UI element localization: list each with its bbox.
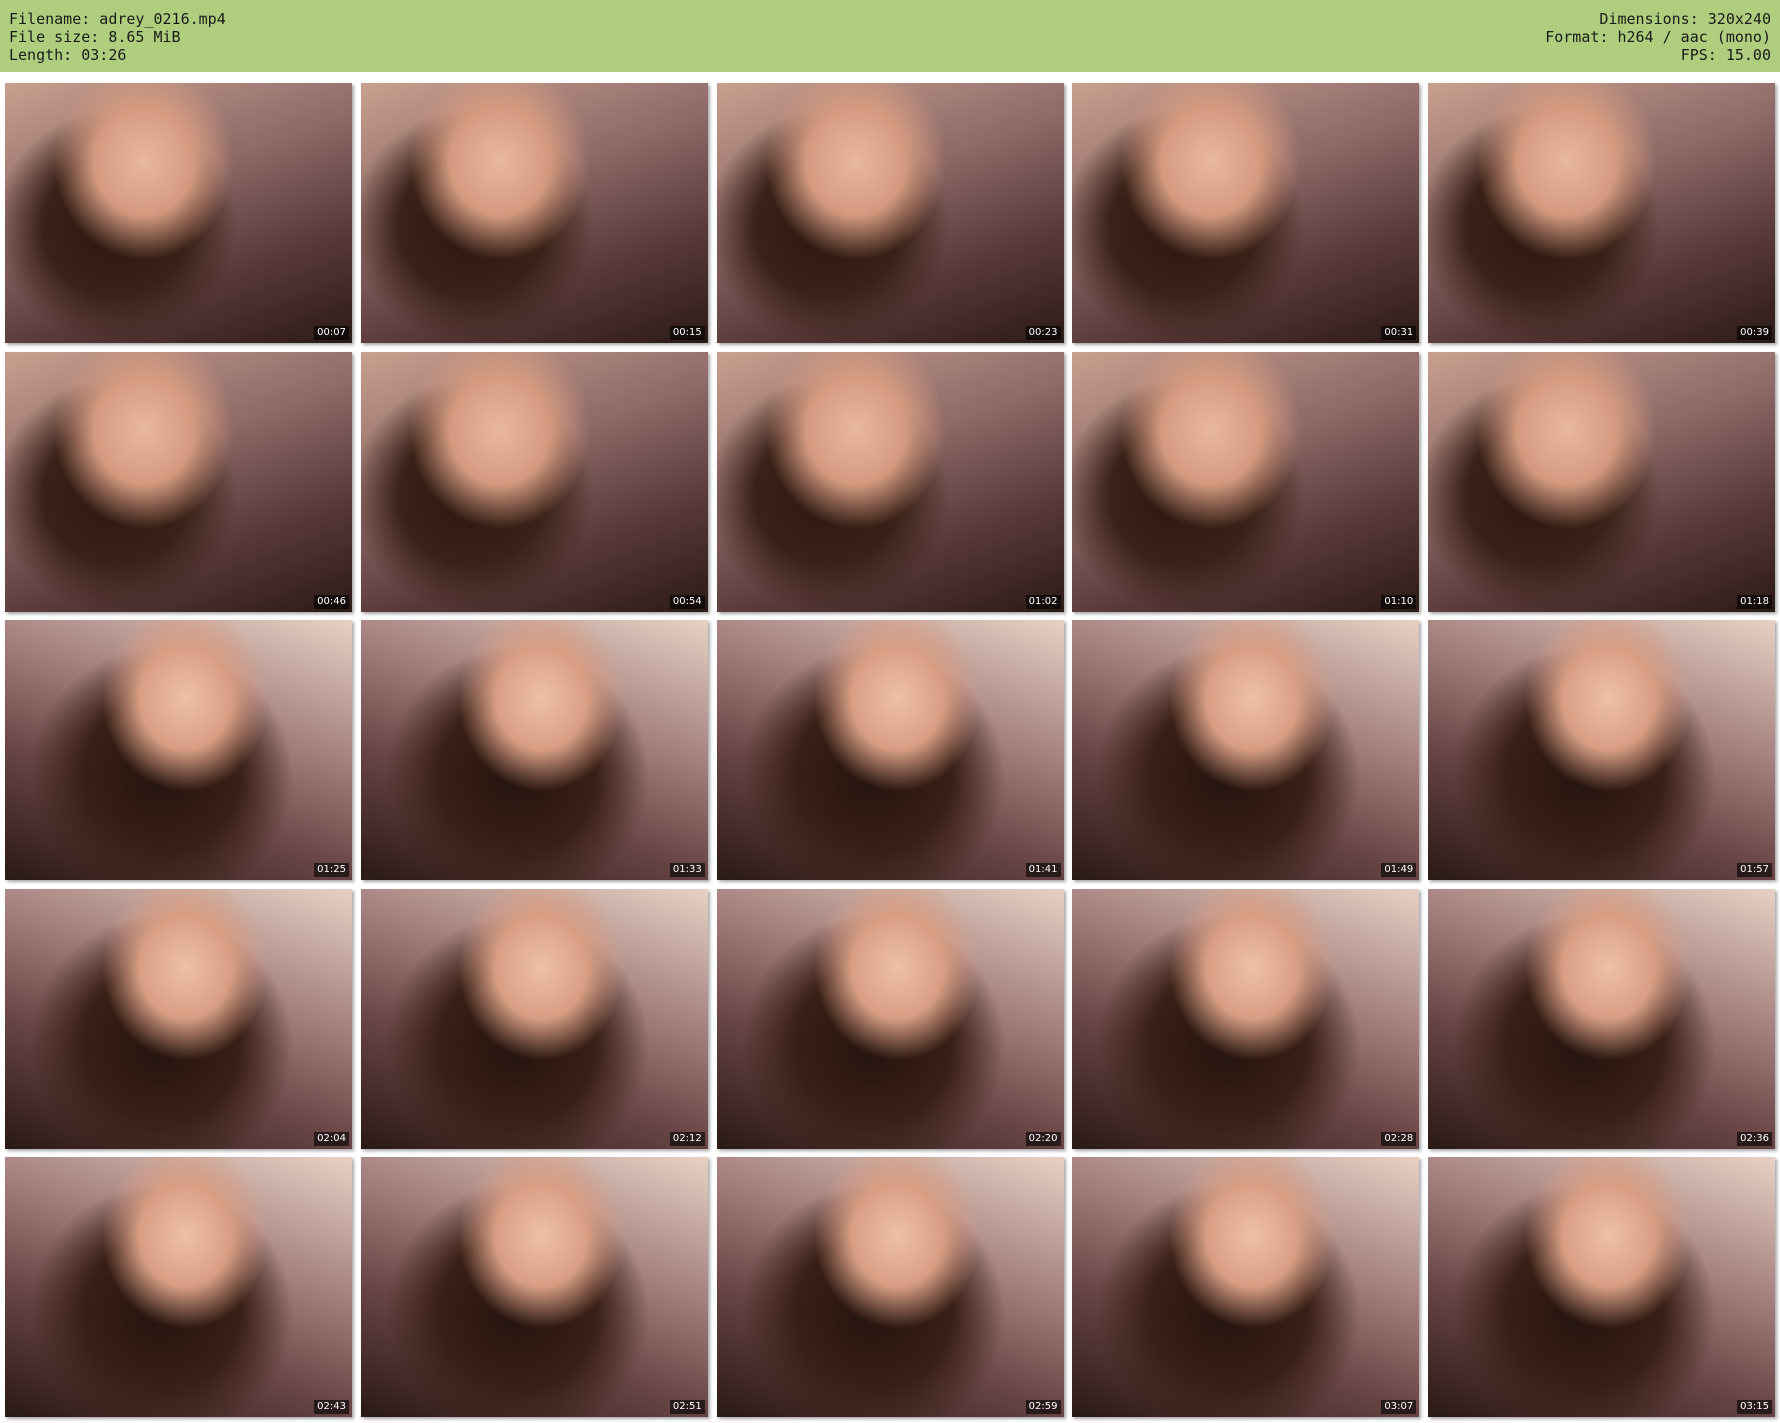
- thumbnail-timestamp: 02:51: [669, 1400, 705, 1414]
- file-info-left: Filename: adrey_0216.mp4 File size: 8.65…: [9, 10, 226, 64]
- thumbnail-timestamp: 01:25: [314, 863, 349, 877]
- video-thumbnail: 02:43: [5, 1157, 352, 1417]
- video-thumbnail: 01:18: [1428, 351, 1775, 612]
- video-thumbnail: 02:36: [1428, 888, 1775, 1149]
- video-thumbnail: 00:54: [360, 351, 708, 612]
- video-thumbnail: 01:02: [716, 351, 1064, 612]
- thumbnail-timestamp: 00:46: [314, 594, 349, 609]
- format-text: Format: h264 / aac (mono): [1545, 28, 1771, 46]
- video-thumbnail: 00:46: [5, 351, 352, 612]
- thumbnail-timestamp: 00:15: [669, 326, 705, 340]
- video-thumbnail: 00:31: [1072, 83, 1420, 343]
- video-thumbnail: 00:39: [1428, 83, 1775, 343]
- video-thumbnail: 01:25: [5, 620, 352, 880]
- thumbnail-timestamp: 00:23: [1025, 326, 1061, 340]
- video-thumbnail: 02:59: [716, 1157, 1064, 1417]
- thumbnail-timestamp: 02:04: [314, 1131, 349, 1146]
- thumbnail-timestamp: 02:28: [1381, 1131, 1417, 1146]
- length-text: Length: 03:26: [9, 46, 127, 64]
- video-thumbnail: 02:04: [5, 888, 352, 1149]
- thumbnail-timestamp: 01:49: [1381, 863, 1417, 877]
- dimensions-text: Dimensions: 320x240: [1599, 10, 1771, 28]
- thumbnail-timestamp: 02:12: [669, 1131, 705, 1146]
- filesize-text: File size: 8.65 MiB: [9, 28, 181, 46]
- video-thumbnail: 02:51: [360, 1157, 708, 1417]
- video-thumbnail: 02:12: [360, 888, 708, 1149]
- thumbnail-timestamp: 03:15: [1737, 1400, 1772, 1414]
- thumbnail-timestamp: 02:59: [1025, 1400, 1061, 1414]
- thumbnail-timestamp: 01:41: [1025, 863, 1061, 877]
- video-thumbnail: 02:28: [1072, 888, 1420, 1149]
- info-header: Filename: adrey_0216.mp4 File size: 8.65…: [0, 0, 1780, 72]
- thumbnail-timestamp: 00:54: [669, 594, 705, 609]
- thumbnail-timestamp: 00:07: [314, 326, 349, 340]
- video-thumbnail: 00:23: [716, 83, 1064, 343]
- file-info-right: Dimensions: 320x240 Format: h264 / aac (…: [1545, 10, 1771, 64]
- video-thumbnail: 00:07: [5, 83, 352, 343]
- thumbnail-grid: 00:07 00:15 00:23 00:31 00:39 00:46 00:54 01:02…: [5, 83, 1775, 1417]
- filename-text: Filename: adrey_0216.mp4: [9, 10, 226, 28]
- thumbnail-timestamp: 00:31: [1381, 326, 1417, 340]
- video-thumbnail: 03:07: [1072, 1157, 1420, 1417]
- fps-text: FPS: 15.00: [1680, 46, 1771, 64]
- thumbnail-timestamp: 01:57: [1737, 863, 1772, 877]
- thumbnail-timestamp: 01:02: [1025, 594, 1061, 609]
- thumbnail-timestamp: 02:20: [1025, 1131, 1061, 1146]
- thumbnail-timestamp: 01:10: [1381, 594, 1417, 609]
- thumbnail-timestamp: 02:36: [1737, 1131, 1772, 1146]
- video-thumbnail: 02:20: [716, 888, 1064, 1149]
- thumbnail-timestamp: 02:43: [314, 1400, 349, 1414]
- video-thumbnail: 01:10: [1072, 351, 1420, 612]
- thumbnail-timestamp: 01:33: [669, 863, 705, 877]
- video-thumbnail: 01:57: [1428, 620, 1775, 880]
- video-thumbnail: 03:15: [1428, 1157, 1775, 1417]
- video-thumbnail: 01:41: [716, 620, 1064, 880]
- thumbnail-timestamp: 03:07: [1381, 1400, 1417, 1414]
- video-thumbnail: 00:15: [360, 83, 708, 343]
- thumbnail-timestamp: 01:18: [1737, 594, 1772, 609]
- video-thumbnail: 01:49: [1072, 620, 1420, 880]
- video-thumbnail: 01:33: [360, 620, 708, 880]
- thumbnail-timestamp: 00:39: [1737, 326, 1772, 340]
